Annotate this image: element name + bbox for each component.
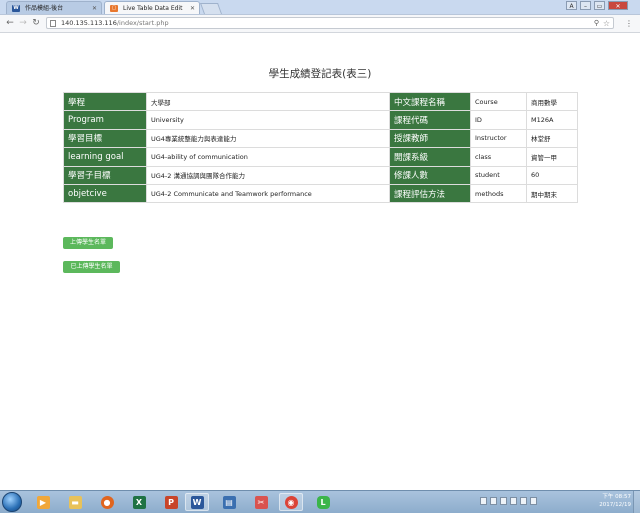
table-value[interactable]: M126A (526, 110, 578, 130)
new-tab-button[interactable] (199, 3, 223, 14)
table-row: objetcive UG4-2 Communicate and Teamwork… (63, 183, 578, 204)
taskbar: ▶ ▬ ● X P W ▤ ✂ ◉ L 下午 08:57 2017/12/19 (0, 490, 640, 513)
taskbar-ie-icon[interactable]: ▶ (31, 493, 55, 511)
address-bar[interactable]: 140.135.113.116/index/start.php ⚲ ☆ (46, 17, 614, 29)
tray-volume-icon[interactable] (530, 497, 537, 505)
taskbar-line-icon[interactable]: L (311, 493, 335, 511)
tray-battery-icon[interactable] (500, 497, 507, 505)
tab-strip: W 作品模組-後台 ✕ ▢ Live Table Data Edit ✕ A –… (0, 0, 640, 15)
clock-time: 下午 08:57 (602, 494, 631, 500)
table-value[interactable]: University (146, 110, 390, 130)
url-path: /index/start.php (116, 19, 169, 27)
table-value: methods (470, 183, 527, 204)
start-button[interactable] (2, 492, 22, 512)
taskbar-powerpoint-icon[interactable]: P (159, 493, 183, 511)
table-value[interactable]: UG4-ability of communication (146, 147, 390, 167)
table-value[interactable]: 林堂舒 (526, 128, 578, 149)
user-icon[interactable]: A (566, 1, 577, 10)
table-label: 授課教師 (389, 128, 471, 149)
table-value: Instructor (470, 128, 527, 149)
taskbar-snipping-icon[interactable]: ✂ (249, 493, 273, 511)
tray-wifi-icon[interactable] (520, 497, 527, 505)
table-label: 學習子目標 (63, 165, 147, 185)
table-label: 中文課程名稱 (389, 91, 471, 112)
table-label: 課程代碼 (389, 110, 471, 130)
table-label: 修課人數 (389, 165, 471, 185)
table-row: Program University 課程代碼 ID M126A (63, 110, 578, 130)
search-icon[interactable]: ⚲ (594, 18, 599, 29)
tray-flag-icon[interactable] (510, 497, 517, 505)
star-icon[interactable]: ☆ (603, 18, 610, 29)
table-row: 學習目標 UG4專業統整能力與表達能力 授課教師 Instructor 林堂舒 (63, 128, 578, 149)
table-row: 學習子目標 UG4-2 溝通協調與團隊合作能力 修課人數 student 60 (63, 165, 578, 185)
tray-network-icon[interactable] (490, 497, 497, 505)
taskbar-firefox-icon[interactable]: ● (95, 493, 119, 511)
table-value[interactable]: 商用數學 (526, 91, 578, 112)
table-label: 開課系級 (389, 147, 471, 167)
table-label: 課程評估方法 (389, 183, 471, 204)
table-value[interactable]: 期中期末 (526, 183, 578, 204)
table-value[interactable]: UG4-2 Communicate and Teamwork performan… (146, 183, 390, 204)
close-icon[interactable]: ✕ (92, 2, 97, 14)
table-value[interactable]: 60 (526, 165, 578, 185)
tab-admin[interactable]: W 作品模組-後台 ✕ (6, 1, 102, 14)
grade-info-table: 學程 大學部 中文課程名稱 Course 商用數學 Program Univer… (63, 91, 578, 204)
taskbar-word-icon[interactable]: W (185, 493, 209, 511)
table-value: class (470, 147, 527, 167)
upload-student-list-button[interactable]: 上傳學生名單 (63, 237, 113, 249)
table-value[interactable]: UG4專業統整能力與表達能力 (146, 128, 390, 149)
tab-label: Live Table Data Edit (123, 5, 183, 12)
w-icon: W (12, 5, 20, 12)
table-row: learning goal UG4-ability of communicati… (63, 147, 578, 167)
uploaded-student-list-button[interactable]: 已上傳學生名單 (63, 261, 120, 273)
table-value[interactable]: 資管一甲 (526, 147, 578, 167)
show-desktop-button[interactable] (633, 491, 640, 513)
reload-icon[interactable]: ↻ (30, 17, 42, 29)
page-title: 學生成績登記表(表三) (268, 68, 372, 80)
page-icon (50, 20, 56, 27)
tab-label: 作品模組-後台 (25, 5, 64, 12)
table-row: 學程 大學部 中文課程名稱 Course 商用數學 (63, 91, 578, 112)
table-value[interactable]: UG4-2 溝通協調與團隊合作能力 (146, 165, 390, 185)
taskbar-excel-icon[interactable]: X (127, 493, 151, 511)
url-text: 140.135.113.116/index/start.php (61, 18, 169, 29)
page-orange-icon: ▢ (110, 5, 118, 12)
tray-input-icon[interactable] (480, 497, 487, 505)
table-label: objetcive (63, 183, 147, 204)
table-label: Program (63, 110, 147, 130)
table-value[interactable]: 大學部 (146, 91, 390, 112)
taskbar-explorer-icon[interactable]: ▬ (63, 493, 87, 511)
url-host: 140.135.113.116 (61, 19, 117, 27)
table-value: Course (470, 91, 527, 112)
tab-live-table[interactable]: ▢ Live Table Data Edit ✕ (104, 1, 200, 14)
table-value: ID (470, 110, 527, 130)
browser-toolbar: ← → ↻ 140.135.113.116/index/start.php ⚲ … (0, 15, 640, 33)
clock[interactable]: 下午 08:57 2017/12/19 (599, 493, 631, 509)
close-window-icon[interactable]: ✕ (608, 1, 628, 10)
maximize-icon[interactable]: ▭ (594, 1, 605, 10)
table-label: 學程 (63, 91, 147, 112)
taskbar-chrome-icon[interactable]: ◉ (279, 493, 303, 511)
back-icon[interactable]: ← (4, 17, 16, 29)
menu-icon[interactable]: ⋮ (624, 18, 634, 29)
close-icon[interactable]: ✕ (190, 2, 195, 14)
table-label: learning goal (63, 147, 147, 167)
taskbar-media-icon[interactable]: ▤ (217, 493, 241, 511)
minimize-icon[interactable]: – (580, 1, 591, 10)
table-label: 學習目標 (63, 128, 147, 149)
forward-icon[interactable]: → (17, 17, 29, 29)
table-value: student (470, 165, 527, 185)
clock-date: 2017/12/19 (599, 502, 631, 508)
system-tray: 下午 08:57 2017/12/19 (478, 491, 640, 513)
